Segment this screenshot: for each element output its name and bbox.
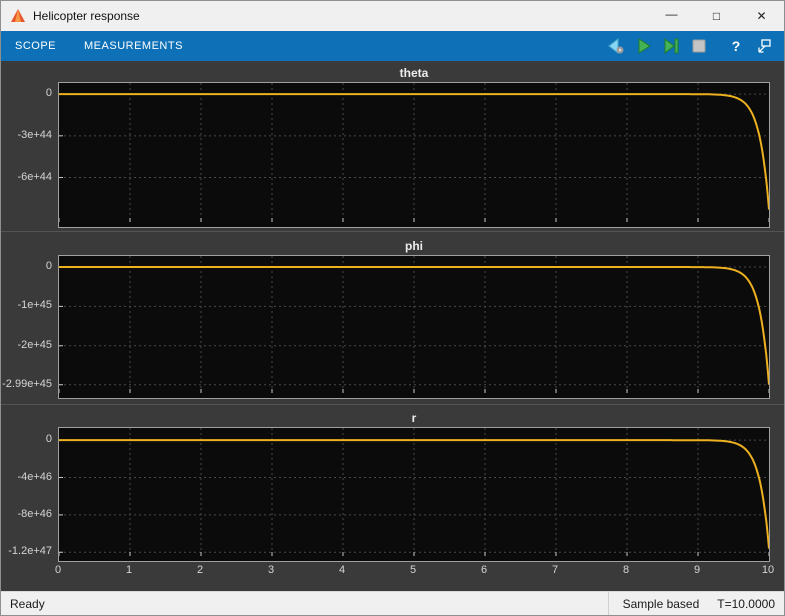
- plot-area-r[interactable]: [58, 427, 770, 562]
- step-back-icon: [605, 37, 625, 55]
- plot-area-phi[interactable]: [58, 255, 770, 399]
- x-tick-label: 7: [543, 564, 567, 576]
- plot-title-phi: phi: [58, 237, 770, 255]
- axes-row: 0 -1e+45 -2e+45 -2.99e+45: [1, 255, 784, 399]
- status-text: Ready: [10, 597, 45, 611]
- step-forward-button[interactable]: [658, 34, 684, 58]
- x-tick-label: 4: [330, 564, 354, 576]
- toolstrip: SCOPE MEASUREMENTS: [1, 31, 784, 61]
- close-icon: ✕: [756, 9, 766, 23]
- dock-icon: [755, 37, 773, 55]
- x-tick-label: 0: [46, 564, 70, 576]
- close-button[interactable]: ✕: [739, 1, 784, 31]
- maximize-button[interactable]: □: [694, 1, 739, 31]
- statusbar: Ready Sample based T=10.0000: [1, 591, 784, 615]
- axes-row: 0 -3e+44 -6e+44: [1, 82, 784, 228]
- plot-area-theta[interactable]: [58, 82, 770, 228]
- y-tick-label: -3e+44: [17, 129, 52, 141]
- plot-title-theta: theta: [58, 64, 770, 82]
- step-back-button[interactable]: [602, 34, 628, 58]
- y-tick-label: -4e+46: [17, 471, 52, 483]
- y-tick-label: -1.2e+47: [8, 545, 52, 557]
- y-axis-labels-phi: 0 -1e+45 -2e+45 -2.99e+45: [1, 255, 58, 399]
- window-title: Helicopter response: [33, 9, 140, 23]
- plot-panel-r: r 0 -4e+46 -8e+46 -1.2e+47 0 1 2 3 4 5 6 7 8 9 10: [1, 404, 784, 591]
- stop-button[interactable]: [686, 34, 712, 58]
- plot-svg: [59, 83, 769, 222]
- y-tick-label: -6e+44: [17, 171, 52, 183]
- x-axis-labels: 012345678910: [58, 562, 770, 582]
- plot-svg: [59, 428, 769, 556]
- y-axis-labels-r: 0 -4e+46 -8e+46 -1.2e+47: [1, 427, 58, 562]
- tab-measurements[interactable]: MEASUREMENTS: [70, 31, 197, 61]
- toolbar-icons: ?: [601, 31, 778, 61]
- help-button[interactable]: ?: [723, 34, 749, 58]
- plot-svg: [59, 256, 769, 393]
- y-tick-label: 0: [46, 433, 52, 445]
- x-tick-label: 5: [401, 564, 425, 576]
- dock-button[interactable]: [751, 34, 777, 58]
- minimize-icon: —: [666, 7, 678, 21]
- stop-icon: [690, 37, 708, 55]
- y-tick-label: -8e+46: [17, 508, 52, 520]
- x-tick-label: 6: [472, 564, 496, 576]
- maximize-icon: □: [713, 9, 720, 23]
- tab-scope[interactable]: SCOPE: [1, 31, 70, 61]
- y-tick-label: -2.99e+45: [2, 378, 52, 390]
- signal-trace: [59, 94, 769, 209]
- x-tick-label: 9: [685, 564, 709, 576]
- window-controls: — □ ✕: [649, 1, 784, 31]
- run-icon: [634, 37, 652, 55]
- sample-mode-label: Sample based: [623, 597, 700, 611]
- plot-panel-theta: theta 0 -3e+44 -6e+44: [1, 61, 784, 231]
- help-icon: ?: [732, 38, 741, 54]
- run-button[interactable]: [630, 34, 656, 58]
- x-tick-label: 10: [756, 564, 780, 576]
- step-forward-icon: [662, 37, 680, 55]
- matlab-icon: [10, 8, 26, 24]
- scope-display: theta 0 -3e+44 -6e+44 phi 0 -1e+45 -2e+45 -2.…: [1, 61, 784, 591]
- sim-time-label: T=10.0000: [717, 597, 775, 611]
- y-tick-label: -1e+45: [17, 299, 52, 311]
- minimize-button[interactable]: —: [649, 1, 694, 31]
- titlebar[interactable]: Helicopter response — □ ✕: [1, 1, 784, 31]
- axes-row: 0 -4e+46 -8e+46 -1.2e+47: [1, 427, 784, 562]
- x-tick-label: 2: [188, 564, 212, 576]
- scope-window: Helicopter response — □ ✕ SCOPE MEASUREM…: [0, 0, 785, 616]
- x-tick-label: 8: [614, 564, 638, 576]
- plot-panel-phi: phi 0 -1e+45 -2e+45 -2.99e+45: [1, 231, 784, 404]
- plot-title-r: r: [58, 409, 770, 427]
- y-tick-label: 0: [46, 87, 52, 99]
- x-tick-label: 1: [117, 564, 141, 576]
- y-axis-labels-theta: 0 -3e+44 -6e+44: [1, 82, 58, 228]
- y-tick-label: -2e+45: [17, 339, 52, 351]
- x-tick-label: 3: [259, 564, 283, 576]
- y-tick-label: 0: [46, 260, 52, 272]
- status-right: Sample based T=10.0000: [608, 592, 775, 615]
